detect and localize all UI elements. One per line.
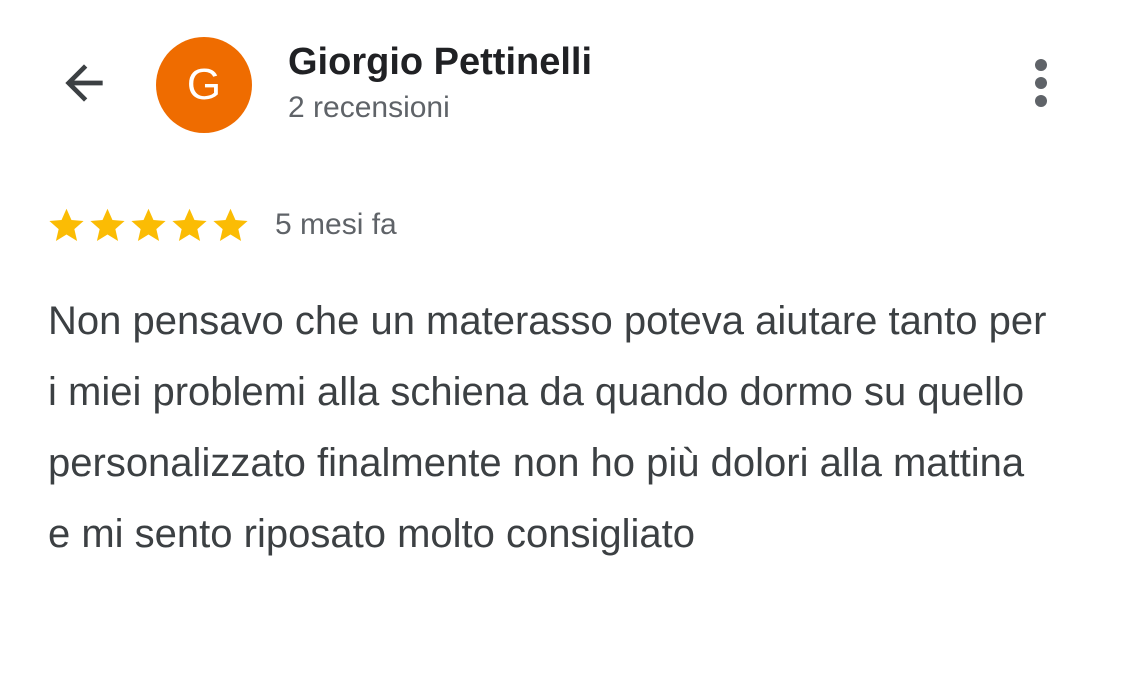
star-icon — [172, 208, 207, 241]
star-icon — [131, 208, 166, 241]
star-icon — [90, 208, 125, 241]
back-button[interactable] — [50, 54, 118, 116]
star-icon — [49, 208, 84, 241]
star-icon — [213, 208, 248, 241]
review-time: 5 mesi fa — [275, 208, 397, 241]
review-count: 2 recensioni — [288, 91, 450, 124]
more-vert-icon — [1031, 55, 1051, 116]
arrow-back-icon — [56, 55, 112, 116]
more-options-button[interactable] — [1016, 52, 1066, 118]
star-rating — [46, 205, 251, 246]
review-text: Non pensavo che un materasso poteva aiut… — [48, 299, 1047, 556]
avatar-letter: G — [186, 60, 222, 109]
avatar[interactable]: G — [156, 37, 252, 133]
rating-row: 5 mesi fa — [46, 200, 397, 250]
author-name[interactable]: Giorgio Pettinelli — [288, 38, 592, 86]
